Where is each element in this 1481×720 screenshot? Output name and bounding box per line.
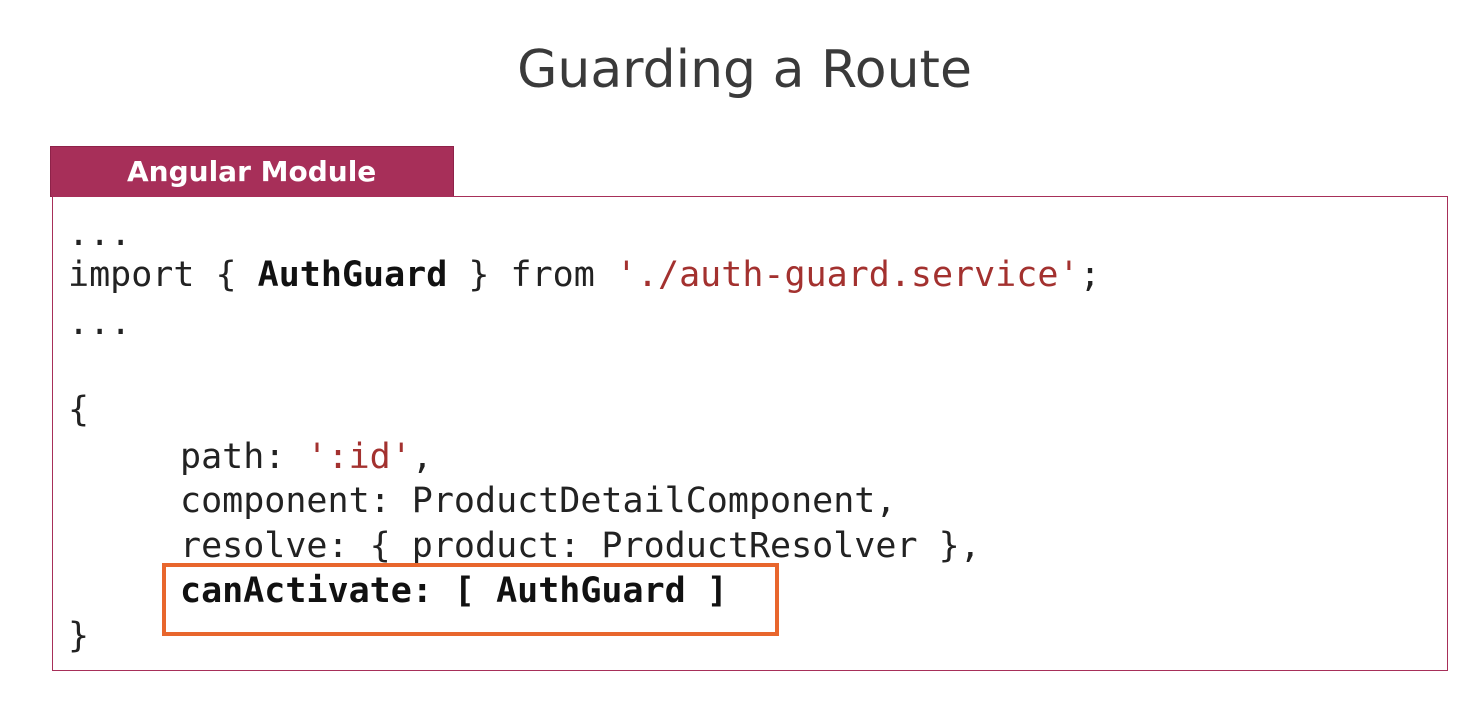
canactivate-highlight-box [162,563,779,636]
import-keyword: import { [68,255,258,295]
code-line-open-brace: { [68,390,90,430]
import-from: } from [447,255,616,295]
slide-title: Guarding a Route [517,40,972,100]
import-end: ; [1079,255,1101,295]
code-line-ellipsis-1: ... [68,214,132,254]
code-line-close-brace: } [68,616,90,656]
module-tab-label: Angular Module [50,146,454,197]
code-line-ellipsis-2: ... [68,303,132,343]
code-line-resolve: resolve: { product: ProductResolver }, [180,526,981,566]
code-line-import: import { AuthGuard } from './auth-guard.… [68,253,1101,297]
code-line-path: path: ':id', [180,435,433,479]
path-key: path: [180,437,307,477]
path-end: , [411,437,433,477]
import-path-string: './auth-guard.service' [615,255,1080,295]
code-line-component: component: ProductDetailComponent, [180,481,897,521]
import-name: AuthGuard [257,255,448,295]
path-value-string: ':id' [306,437,412,477]
slide: Guarding a Route Angular Module ... impo… [0,0,1481,720]
